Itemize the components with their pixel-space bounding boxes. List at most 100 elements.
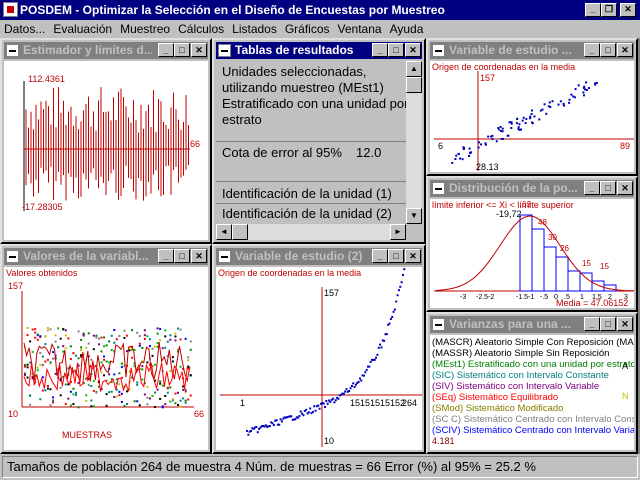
window-estimador-titlebar[interactable]: Estimador y límites d... _ □ ✕	[4, 42, 208, 59]
window-maximize-button[interactable]: □	[600, 43, 616, 57]
valores-point	[174, 402, 177, 405]
variable-2-point	[271, 422, 274, 425]
window-minimize-button[interactable]: _	[372, 249, 388, 263]
scroll-thumb[interactable]	[232, 224, 248, 240]
variable-1-point	[568, 101, 571, 104]
menu-evaluacion[interactable]: Evaluación	[49, 22, 116, 36]
variable-2-point	[290, 415, 293, 418]
window-valores-titlebar[interactable]: Valores de la variabl... _ □ ✕	[4, 248, 208, 265]
window-varianzas[interactable]: Varianzas para una ... _ □ ✕ (MASCR) Ale…	[426, 312, 638, 454]
window-minimize-button[interactable]: _	[372, 43, 388, 57]
distribucion-bar	[579, 272, 593, 292]
menu-ventana[interactable]: Ventana	[334, 22, 386, 36]
minimize-button[interactable]: _	[585, 3, 601, 17]
valores-point	[92, 380, 95, 383]
window-maximize-button[interactable]: □	[600, 181, 616, 195]
scroll-right-arrow-icon[interactable]: ►	[390, 224, 406, 240]
close-button[interactable]: ✕	[620, 3, 636, 17]
variable-2-point	[393, 308, 396, 311]
window-valores[interactable]: Valores de la variabl... _ □ ✕ Valores o…	[0, 244, 212, 454]
window-close-button[interactable]: ✕	[405, 43, 421, 57]
app-icon[interactable]	[3, 2, 18, 17]
window-menu-icon[interactable]	[218, 250, 231, 263]
valores-point	[62, 328, 65, 331]
variable-1-point	[455, 154, 458, 157]
variable-2-point	[307, 411, 310, 414]
menu-datos[interactable]: Datos...	[0, 22, 49, 36]
window-minimize-button[interactable]: _	[584, 317, 600, 331]
scroll-up-arrow-icon[interactable]: ▲	[406, 61, 422, 77]
valores-point	[159, 382, 162, 385]
window-distribucion-titlebar[interactable]: Distribución de la po... _ □ ✕	[430, 180, 634, 197]
vertical-scrollbar[interactable]: ▲ ▼	[406, 61, 422, 224]
window-tablas-titlebar[interactable]: Tablas de resultados _ □ ✕	[216, 42, 422, 59]
valores-point	[36, 366, 39, 369]
window-menu-icon[interactable]	[6, 44, 19, 57]
window-maximize-button[interactable]: □	[174, 43, 190, 57]
window-close-button[interactable]: ✕	[617, 43, 633, 57]
menu-graficos[interactable]: Gráficos	[281, 22, 334, 36]
valores-point	[64, 334, 67, 337]
window-maximize-button[interactable]: □	[174, 249, 190, 263]
variable-2-point	[332, 397, 335, 400]
window-menu-icon[interactable]	[432, 44, 445, 57]
variable-2-point	[395, 300, 398, 303]
valores-point	[110, 334, 113, 337]
distribucion-tick-label: -.5	[540, 294, 548, 301]
menu-ayuda[interactable]: Ayuda	[386, 22, 428, 36]
window-valores-title: Valores de la variabl...	[23, 249, 149, 263]
window-close-button[interactable]: ✕	[617, 181, 633, 195]
window-minimize-button[interactable]: _	[584, 181, 600, 195]
distribucion-tick-label: -2.5-2	[476, 294, 494, 301]
menu-listados[interactable]: Listados	[228, 22, 281, 36]
window-menu-icon[interactable]	[432, 182, 445, 195]
valores-point	[179, 399, 182, 402]
estimador-chart-area: 112.4361 -17.28305 66	[4, 61, 208, 240]
window-maximize-button[interactable]: □	[388, 249, 404, 263]
variable-2-stamp-label: 15151515152	[350, 398, 406, 408]
menu-calculos[interactable]: Cálculos	[174, 22, 228, 36]
valores-point	[148, 338, 151, 341]
window-varianzas-title: Varianzas para una ...	[449, 317, 572, 331]
menu-muestreo[interactable]: Muestreo	[116, 22, 174, 36]
window-close-button[interactable]: ✕	[405, 249, 421, 263]
window-variable-2-titlebar[interactable]: Variable de estudio (2) _ □ ✕	[216, 248, 422, 265]
window-minimize-button[interactable]: _	[584, 43, 600, 57]
window-close-button[interactable]: ✕	[191, 249, 207, 263]
window-variable-1[interactable]: Variable de estudio ... _ □ ✕ Origen de …	[426, 38, 638, 176]
window-menu-icon[interactable]	[218, 44, 231, 57]
valores-point	[105, 393, 108, 396]
window-minimize-button[interactable]: _	[158, 249, 174, 263]
window-distribucion[interactable]: Distribución de la po... _ □ ✕ 63 48 30 26 1…	[426, 176, 638, 312]
valores-point	[161, 384, 164, 387]
window-variable-1-titlebar[interactable]: Variable de estudio ... _ □ ✕	[430, 42, 634, 59]
varianzas-legend-item: (SCIV) Sistemático Centrado con Interval…	[432, 425, 634, 436]
horizontal-scrollbar[interactable]: ◄ ►	[216, 224, 406, 240]
variable-2-point	[373, 358, 376, 361]
variable-1-point	[491, 134, 494, 137]
window-varianzas-titlebar[interactable]: Varianzas para una ... _ □ ✕	[430, 316, 634, 333]
app-titlebar[interactable]: POSDEM - Optimizar la Selección en el Di…	[0, 0, 640, 20]
scroll-left-arrow-icon[interactable]: ◄	[216, 224, 232, 240]
valores-point	[69, 358, 72, 361]
variable-2-point	[299, 410, 302, 413]
valores-point	[169, 386, 172, 389]
window-minimize-button[interactable]: _	[158, 43, 174, 57]
valores-point	[174, 392, 177, 395]
valores-point	[118, 390, 121, 393]
window-menu-icon[interactable]	[432, 318, 445, 331]
scroll-thumb[interactable]	[406, 77, 422, 93]
window-close-button[interactable]: ✕	[191, 43, 207, 57]
scroll-down-arrow-icon[interactable]: ▼	[406, 208, 422, 224]
window-maximize-button[interactable]: □	[600, 317, 616, 331]
window-close-button[interactable]: ✕	[617, 317, 633, 331]
variable-1-chart	[434, 71, 634, 171]
restore-button[interactable]: ❐	[601, 3, 617, 17]
window-maximize-button[interactable]: □	[388, 43, 404, 57]
window-menu-icon[interactable]	[6, 250, 19, 263]
window-variable-2[interactable]: Variable de estudio (2) _ □ ✕ Origen de …	[212, 244, 426, 454]
window-estimador[interactable]: Estimador y límites d... _ □ ✕ 112.4361 …	[0, 38, 212, 244]
window-tablas[interactable]: Tablas de resultados _ □ ✕ Unidades sele…	[212, 38, 426, 244]
valores-point	[113, 395, 116, 398]
valores-point	[131, 356, 134, 359]
